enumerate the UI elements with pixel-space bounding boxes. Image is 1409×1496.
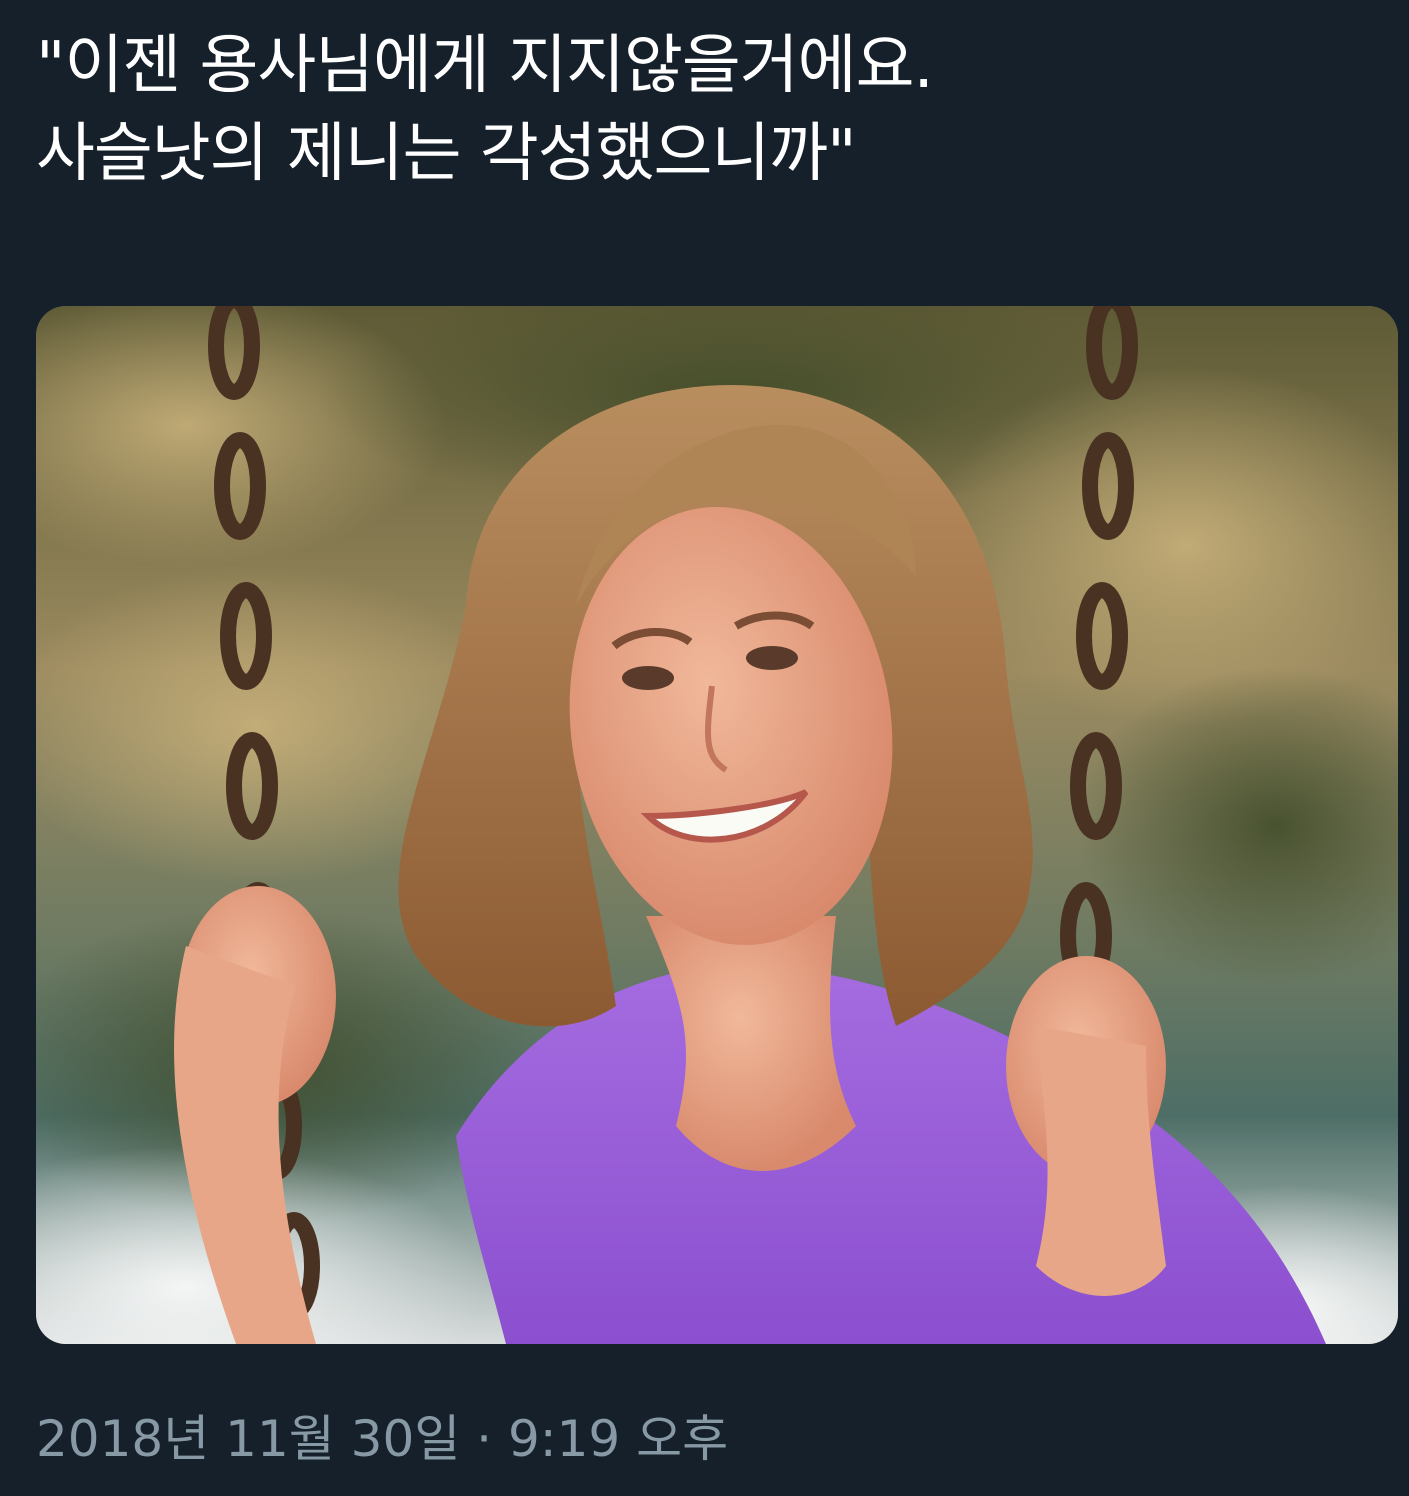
- tweet: "이젠 용사님에게 지지않을거에요. 사슬낫의 제니는 각성했으니까" 2018…: [0, 0, 1409, 1496]
- tweet-photo[interactable]: [36, 306, 1398, 1344]
- tweet-text-line-1: "이젠 용사님에게 지지않을거에요.: [36, 29, 934, 103]
- tweet-timestamp[interactable]: 2018년 11월 30일 · 9:19 오후: [36, 1404, 728, 1474]
- tweet-text-line-2: 사슬낫의 제니는 각성했으니까": [36, 117, 857, 191]
- tweet-text: "이젠 용사님에게 지지않을거에요. 사슬낫의 제니는 각성했으니까": [36, 22, 1376, 198]
- photo-woman-on-swing: [36, 306, 1398, 1344]
